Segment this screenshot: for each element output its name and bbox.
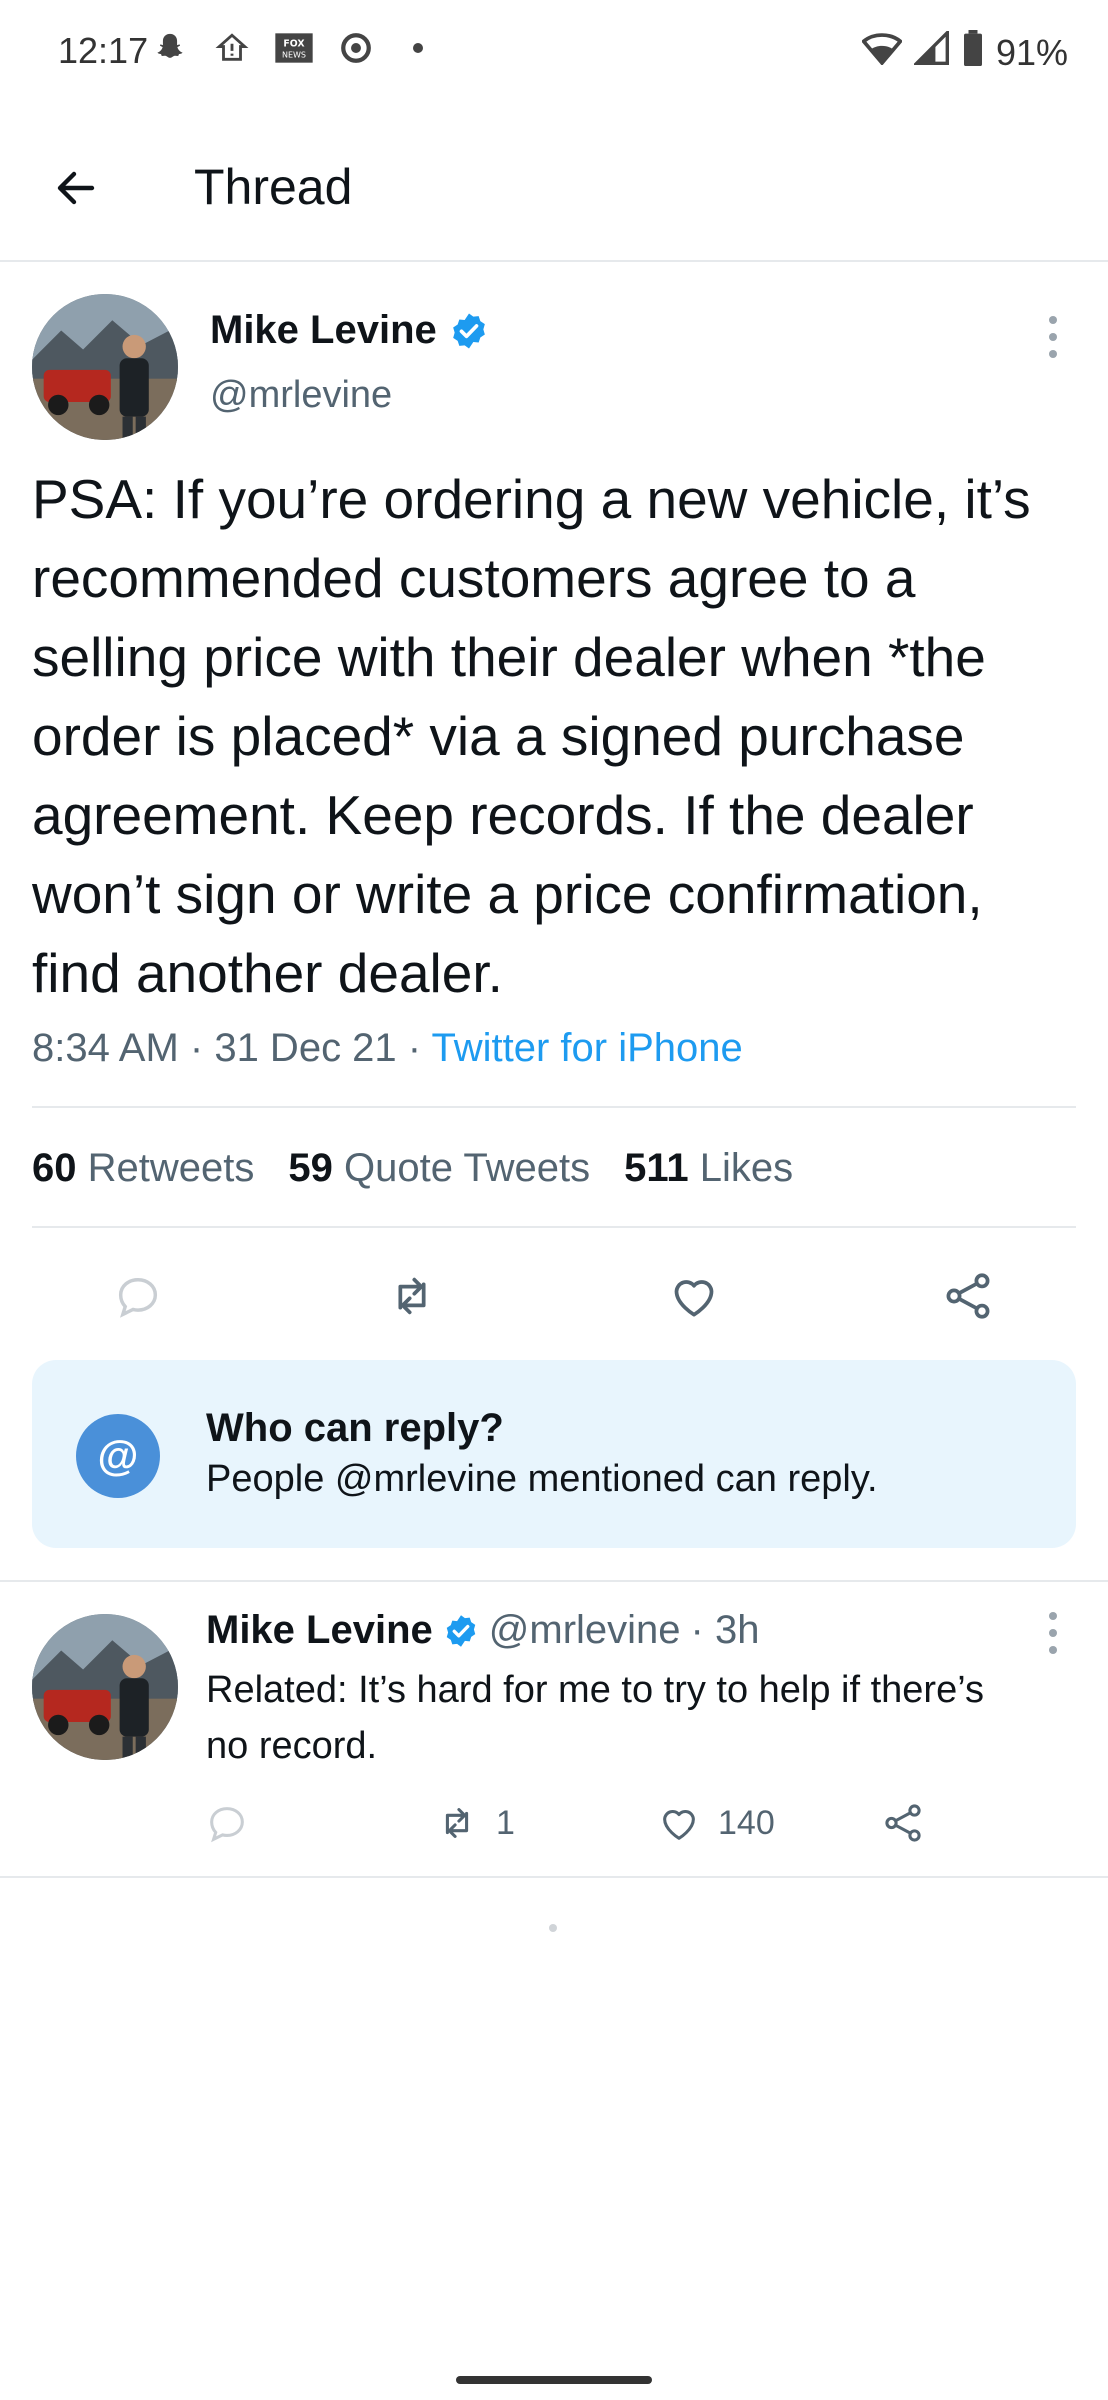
author-name[interactable]: Mike Levine	[210, 308, 437, 353]
header-divider	[0, 260, 1108, 262]
divider	[32, 1226, 1076, 1228]
battery-icon	[962, 30, 984, 75]
reply-icon	[118, 1278, 158, 1318]
reply-button[interactable]	[108, 1266, 168, 1326]
at-sign-icon: @	[76, 1414, 160, 1498]
heart-icon	[674, 1280, 714, 1317]
who-can-reply-box	[32, 1360, 1076, 1548]
reply-retweet-count: 1	[496, 1803, 515, 1842]
verified-badge-icon	[452, 313, 485, 348]
author-name-row[interactable]: Mike Levine	[210, 308, 489, 353]
reply-author-avatar[interactable]	[32, 1614, 178, 1760]
back-arrow-icon	[57, 171, 95, 205]
svg-text:FOX: FOX	[283, 39, 304, 50]
svg-text:NEWS: NEWS	[282, 50, 306, 59]
reply-more-options-icon[interactable]	[1044, 1612, 1062, 1654]
tweet-text: PSA: If you’re ordering a new vehicle, i…	[32, 468, 1046, 1004]
retweets-stat[interactable]: 60 Retweets	[32, 1146, 254, 1191]
author-avatar[interactable]	[32, 294, 178, 440]
signal-icon	[912, 28, 950, 74]
reply-like-button[interactable]: 140	[656, 1798, 775, 1848]
who-can-reply-subtitle: People @mrlevine mentioned can reply.	[206, 1458, 878, 1500]
reply-text: Related: It’s hard for me to try to help…	[206, 1669, 984, 1767]
author-handle[interactable]: @mrlevine	[210, 374, 392, 417]
reply-retweet-button[interactable]: 1	[434, 1798, 515, 1848]
retweet-icon	[445, 1808, 469, 1838]
who-can-reply-title: Who can reply?	[206, 1406, 504, 1450]
back-button[interactable]	[48, 160, 104, 216]
page-title: Thread	[194, 159, 353, 215]
share-button[interactable]	[938, 1266, 998, 1326]
reply-author-handle[interactable]: @mrlevine	[489, 1608, 681, 1653]
share-icon	[885, 1804, 921, 1842]
reply-author-name[interactable]: Mike Levine	[206, 1608, 433, 1653]
quote-tweets-stat[interactable]: 59 Quote Tweets	[288, 1146, 590, 1191]
likes-stat[interactable]: 511 Likes	[624, 1146, 793, 1191]
status-time: 12:17	[58, 30, 149, 71]
retweet-button[interactable]	[382, 1266, 442, 1326]
tweet-time: 8:34 AM	[32, 1026, 179, 1070]
wifi-icon	[861, 31, 903, 74]
snapchat-icon	[150, 28, 190, 68]
tweet-stats: 60 Retweets 59 Quote Tweets 511 Likes	[32, 1146, 793, 1191]
home-alert-icon	[212, 28, 252, 68]
tweet-meta: 8:34 AM · 31 Dec 21 · Twitter for iPhone	[32, 1026, 743, 1070]
loading-dot	[549, 1924, 557, 1932]
verified-badge-icon	[446, 1614, 476, 1647]
status-right: 91%	[861, 28, 1068, 75]
reply-like-count: 140	[718, 1803, 775, 1842]
tweet-source-link[interactable]: Twitter for iPhone	[432, 1026, 743, 1070]
battery-percent: 91%	[995, 31, 1068, 73]
reply-age: · 3h	[690, 1608, 760, 1652]
divider	[0, 1580, 1108, 1582]
retweet-icon	[398, 1277, 426, 1315]
divider	[0, 1876, 1108, 1878]
heart-icon	[663, 1809, 695, 1840]
reply-icon	[210, 1807, 244, 1843]
share-icon	[946, 1273, 990, 1319]
like-button[interactable]	[664, 1266, 724, 1326]
reply-header: Mike Levine @mrlevine · 3h	[206, 1608, 759, 1653]
status-left-icons: FOX NEWS	[150, 28, 438, 68]
more-options-icon[interactable]	[1044, 316, 1062, 358]
home-indicator[interactable]	[456, 2376, 652, 2384]
tweet-date: 31 Dec 21	[214, 1026, 397, 1070]
divider	[32, 1106, 1076, 1108]
reply-reply-button[interactable]	[204, 1798, 250, 1848]
circle-app-icon	[336, 28, 376, 68]
dot-icon	[398, 28, 438, 68]
reply-share-button[interactable]	[880, 1798, 926, 1848]
fox-news-icon: FOX NEWS	[274, 28, 314, 68]
